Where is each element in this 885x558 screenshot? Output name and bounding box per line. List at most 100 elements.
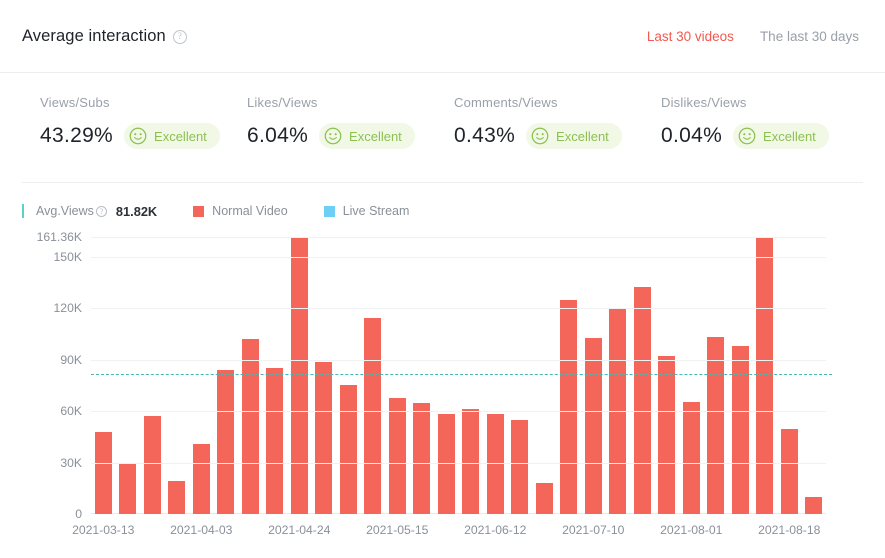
avg-views-text: Avg.Views xyxy=(36,204,94,218)
legend-label: Normal Video xyxy=(212,204,288,218)
average-views-bar-chart: 161.36K 150K 120K 90K 60K 30K 0 2021-03-13 2021-… xyxy=(22,226,867,546)
x-axis-tick-label: 2021-07-10 xyxy=(562,523,624,537)
chart-bar[interactable] xyxy=(732,346,749,514)
gridline xyxy=(91,360,826,361)
title-group: Average interaction ? xyxy=(22,27,187,46)
chart-bar[interactable] xyxy=(315,362,332,514)
x-axis-tick-label: 2021-05-15 xyxy=(366,523,428,537)
chart-bar[interactable] xyxy=(193,444,210,514)
badge-label: Excellent xyxy=(763,129,816,144)
gridline xyxy=(91,463,826,464)
metric-views-subs: Views/Subs 43.29% Excellent xyxy=(22,95,229,182)
metric-value-row: 6.04% Excellent xyxy=(247,123,436,149)
metric-value-row: 0.43% Excellent xyxy=(454,123,643,149)
y-axis-tick-label: 0 xyxy=(75,507,82,521)
metric-label: Comments/Views xyxy=(454,95,643,110)
question-circle-icon[interactable]: ? xyxy=(173,30,187,44)
gridline xyxy=(91,257,826,258)
smiley-face-icon xyxy=(531,127,549,145)
smiley-face-icon xyxy=(129,127,147,145)
gridline xyxy=(91,237,826,238)
legend-item-normal-video[interactable]: Normal Video xyxy=(193,204,288,218)
chart-bar[interactable] xyxy=(511,420,528,514)
chart-plot-area[interactable]: 161.36K150K120K90K60K30K02021-03-132021-… xyxy=(91,237,826,514)
y-axis-tick-label: 30K xyxy=(60,456,82,470)
x-axis-tick-label: 2021-08-01 xyxy=(660,523,722,537)
bar-series-group xyxy=(91,237,826,514)
x-axis-tick-label: 2021-06-12 xyxy=(464,523,526,537)
metric-value: 6.04% xyxy=(247,124,308,148)
metric-dislikes-views: Dislikes/Views 0.04% Excellent xyxy=(643,95,850,182)
chart-bar[interactable] xyxy=(805,497,822,514)
metric-label: Dislikes/Views xyxy=(661,95,850,110)
chart-bar[interactable] xyxy=(119,463,136,514)
x-axis-tick-label: 2021-08-18 xyxy=(758,523,820,537)
chart-bar[interactable] xyxy=(634,287,651,514)
question-circle-icon[interactable]: ? xyxy=(96,206,107,217)
chart-bar[interactable] xyxy=(242,339,259,514)
chart-bar[interactable] xyxy=(487,414,504,514)
avg-views-label: Avg.Views ? xyxy=(36,204,107,218)
metric-likes-views: Likes/Views 6.04% Excellent xyxy=(229,95,436,182)
status-badge: Excellent xyxy=(124,123,220,149)
metrics-row: Views/Subs 43.29% Excellent Likes/Views … xyxy=(22,73,863,183)
chart-legend: Avg.Views ? 81.82K Normal Video Live Str… xyxy=(22,196,885,226)
chart-bar[interactable] xyxy=(756,238,773,514)
metric-label: Likes/Views xyxy=(247,95,436,110)
chart-bar[interactable] xyxy=(95,432,112,514)
chart-bar[interactable] xyxy=(266,368,283,514)
card-header: Average interaction ? Last 30 videos The… xyxy=(0,0,885,73)
chart-bar[interactable] xyxy=(144,416,161,514)
y-axis-tick-label: 161.36K xyxy=(37,230,82,244)
avg-line-swatch xyxy=(22,204,24,218)
smiley-face-icon xyxy=(324,127,342,145)
chart-bar[interactable] xyxy=(781,429,798,514)
metric-value: 0.04% xyxy=(661,124,722,148)
badge-label: Excellent xyxy=(154,129,207,144)
chart-bar[interactable] xyxy=(340,385,357,514)
y-axis-tick-label: 150K xyxy=(54,250,82,264)
chart-bar[interactable] xyxy=(168,481,185,514)
range-tabs: Last 30 videos The last 30 days xyxy=(647,29,859,44)
page-title: Average interaction xyxy=(22,27,166,46)
y-axis-tick-label: 120K xyxy=(54,301,82,315)
metric-comments-views: Comments/Views 0.43% Excellent xyxy=(436,95,643,182)
chart-bar[interactable] xyxy=(438,414,455,514)
legend-swatch-icon xyxy=(324,206,335,217)
metric-value: 0.43% xyxy=(454,124,515,148)
tab-last-30-days[interactable]: The last 30 days xyxy=(760,29,859,44)
gridline xyxy=(91,411,826,412)
chart-bar[interactable] xyxy=(217,370,234,514)
chart-bar[interactable] xyxy=(560,300,577,514)
tab-last-30-videos[interactable]: Last 30 videos xyxy=(647,29,734,44)
metric-value: 43.29% xyxy=(40,124,113,148)
gridline xyxy=(91,308,826,309)
legend-swatch-icon xyxy=(193,206,204,217)
y-axis-tick-label: 60K xyxy=(60,404,82,418)
x-axis-tick-label: 2021-04-03 xyxy=(170,523,232,537)
average-views-line xyxy=(91,374,832,375)
chart-bar[interactable] xyxy=(291,237,308,514)
chart-bar[interactable] xyxy=(413,403,430,514)
metric-value-row: 43.29% Excellent xyxy=(40,123,229,149)
status-badge: Excellent xyxy=(526,123,622,149)
avg-views-value: 81.82K xyxy=(116,204,157,219)
badge-label: Excellent xyxy=(349,129,402,144)
smiley-face-icon xyxy=(738,127,756,145)
legend-item-live-stream[interactable]: Live Stream xyxy=(324,204,410,218)
metric-label: Views/Subs xyxy=(40,95,229,110)
chart-bar[interactable] xyxy=(364,318,381,514)
chart-bar[interactable] xyxy=(707,337,724,514)
y-axis-tick-label: 90K xyxy=(60,353,82,367)
badge-label: Excellent xyxy=(556,129,609,144)
status-badge: Excellent xyxy=(319,123,415,149)
average-interaction-card: Average interaction ? Last 30 videos The… xyxy=(0,0,885,558)
legend-label: Live Stream xyxy=(343,204,410,218)
x-axis-tick-label: 2021-03-13 xyxy=(72,523,134,537)
chart-bar[interactable] xyxy=(585,338,602,514)
chart-bar[interactable] xyxy=(536,483,553,514)
chart-bar[interactable] xyxy=(389,398,406,514)
chart-bar[interactable] xyxy=(658,356,675,514)
chart-bar[interactable] xyxy=(683,402,700,514)
status-badge: Excellent xyxy=(733,123,829,149)
